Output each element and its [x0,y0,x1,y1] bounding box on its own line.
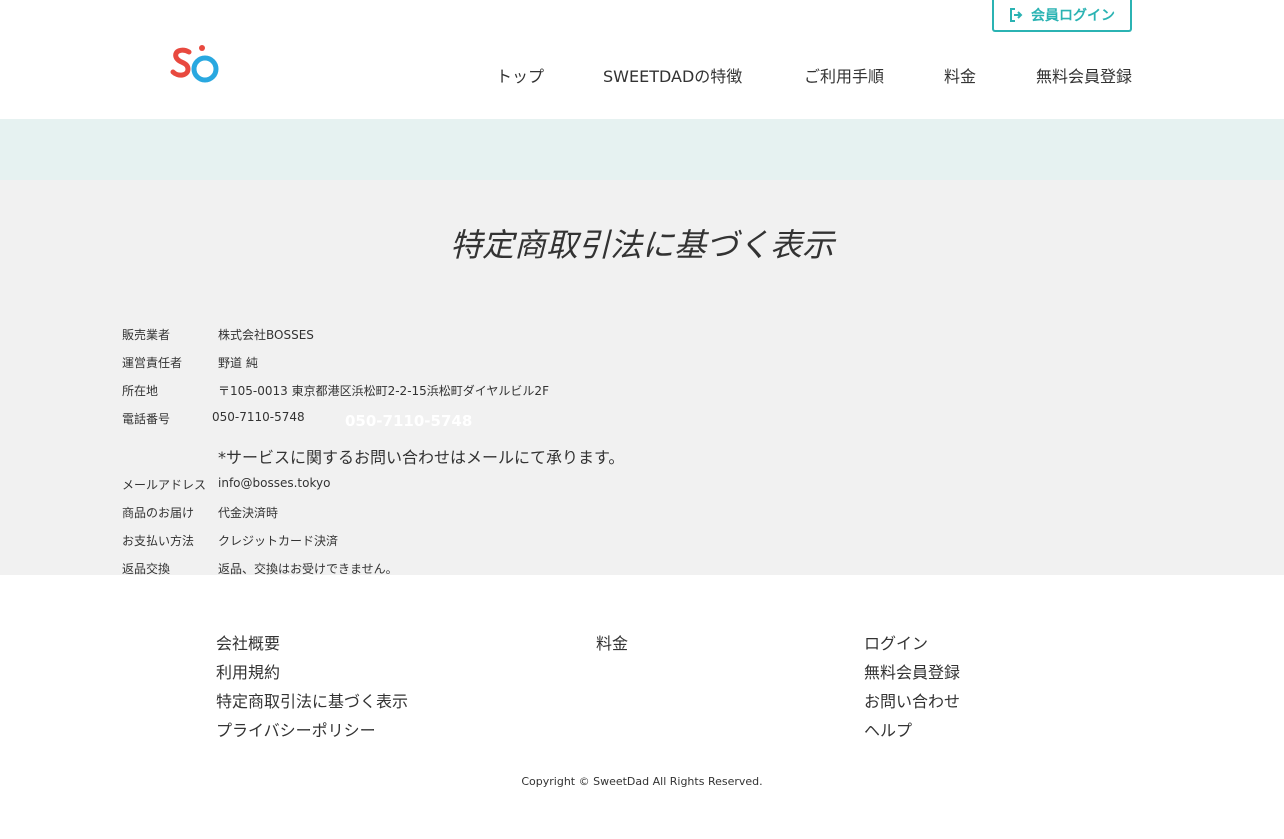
footer-link-register[interactable]: 無料会員登録 [864,659,960,683]
nav-item-pricing[interactable]: 料金 [944,63,976,87]
login-icon [1009,8,1023,22]
member-login-label: 会員ログイン [1031,8,1115,24]
delivery-label: 商品のお届け [122,506,195,520]
contact-notice: *サービスに関するお問い合わせはメールにて承ります。 [218,448,625,467]
seller-label: 販売業者 [122,328,171,342]
email-value[interactable]: info@bosses.tokyo [218,476,330,490]
member-login-button[interactable]: 会員ログイン [992,0,1132,32]
footer-link-privacy[interactable]: プライバシーポリシー [216,717,376,741]
phone-overlay-text: 050-7110-5748 [345,412,473,430]
footer-link-terms[interactable]: 利用規約 [216,659,280,683]
footer-link-login[interactable]: ログイン [864,630,928,654]
address-value: 〒105-0013 東京都港区浜松町2-2-15浜松町ダイヤルビル2F [218,384,549,398]
footer-link-help[interactable]: ヘルプ [864,717,912,741]
page-title: 特定商取引法に基づく表示 [449,226,834,264]
manager-label: 運営責任者 [122,356,183,370]
footer-link-company[interactable]: 会社概要 [216,630,280,654]
seller-value: 株式会社BOSSES [218,328,314,342]
footer-link-commerce-law[interactable]: 特定商取引法に基づく表示 [216,688,408,712]
delivery-value: 代金決済時 [218,506,279,520]
nav-item-free-registration[interactable]: 無料会員登録 [1036,63,1132,87]
main-content: 特定商取引法に基づく表示 販売業者 株式会社BOSSES 運営責任者 野道 純 … [0,180,1284,575]
nav-item-how-to-use[interactable]: ご利用手順 [804,63,884,87]
manager-value: 野道 純 [218,356,258,370]
payment-value: クレジットカード決済 [218,534,339,548]
returns-label: 返品交換 [122,562,171,575]
returns-value: 返品、交換はお受けできません。 [218,562,398,575]
email-label: メールアドレス [122,478,207,492]
phone-label: 電話番号 [122,412,171,426]
copyright: Copyright © SweetDad All Rights Reserved… [521,775,763,788]
site-header: 会員ログイン トップ SWEETDADの特徴 ご利用手順 料金 無料会員登録 [0,0,1284,119]
site-logo[interactable] [170,42,222,88]
phone-value: 050-7110-5748 [212,410,305,424]
footer-link-pricing[interactable]: 料金 [596,630,628,654]
nav-item-top[interactable]: トップ [496,63,544,87]
payment-label: お支払い方法 [122,534,195,548]
header-band [0,119,1284,180]
nav-item-features[interactable]: SWEETDADの特徴 [603,63,742,87]
footer-link-contact[interactable]: お問い合わせ [864,688,960,712]
address-label: 所在地 [122,384,159,398]
